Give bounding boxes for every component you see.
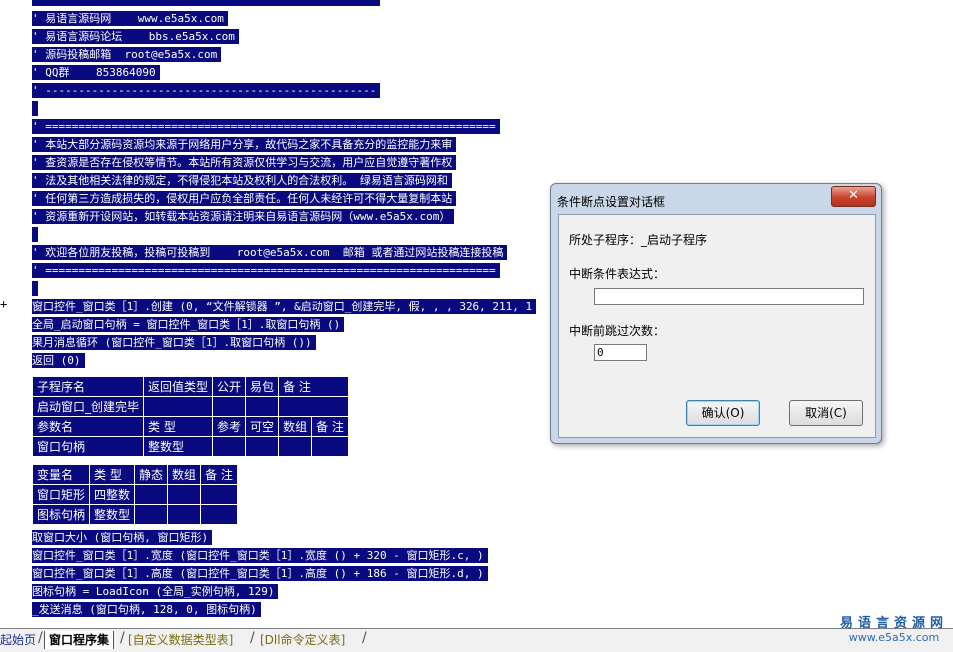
var-remark-cell[interactable]: [200, 504, 238, 525]
code-line-empty[interactable]: [32, 281, 38, 296]
code-line[interactable]: ' 资源重新开设网站，如转载本站资源请注明来自易语言源码网（www.e5a5x.…: [32, 209, 455, 224]
var-name-cell[interactable]: 图标句柄: [31, 504, 91, 525]
public-cell[interactable]: [212, 396, 247, 417]
close-icon: ✕: [848, 188, 859, 203]
code-line[interactable]: 窗口控件_窗口类［1］.创建 (0, “文件解锁器 ”, &启动窗口_创建完毕,…: [32, 299, 537, 314]
code-line[interactable]: ' 易语言源码网 www.e5a5x.com: [32, 11, 228, 26]
header-cell: 备 注: [311, 416, 349, 437]
subprogram-name-cell[interactable]: 启动窗口_创建完毕: [31, 396, 145, 417]
tab-separator: /: [250, 630, 255, 646]
variable-table: 变量名 类 型 静态 数组 备 注 窗口矩形 四整数 图标句柄 整数型: [31, 464, 238, 525]
return-type-cell[interactable]: [143, 396, 214, 417]
code-line[interactable]: ' QQ群 853864090: [32, 65, 160, 80]
close-button[interactable]: ✕: [831, 186, 876, 207]
logo-url: www.e5a5x.com: [848, 631, 940, 644]
header-cell: 备 注: [200, 464, 238, 485]
header-cell: 易包: [245, 376, 280, 397]
param-ref-cell[interactable]: [212, 436, 247, 457]
code-line[interactable]: ' ======================================…: [32, 119, 500, 134]
var-array-cell[interactable]: [167, 504, 202, 525]
code-line[interactable]: 取窗口大小 (窗口句柄, 窗口矩形): [32, 530, 213, 545]
param-remark-cell[interactable]: [311, 436, 349, 457]
code-line-empty[interactable]: [32, 227, 38, 242]
header-cell: 可空: [245, 416, 280, 437]
var-static-cell[interactable]: [134, 484, 169, 505]
header-cell: 子程序名: [31, 376, 145, 397]
code-line[interactable]: ' 本站大部分源码资源均来源于网络用户分享，故代码之家不具备充分的监控能力来审: [32, 137, 457, 152]
param-name-cell[interactable]: 窗口句柄: [31, 436, 145, 457]
var-type-cell[interactable]: 整数型: [89, 504, 136, 525]
header-cell: 参数名: [31, 416, 145, 437]
var-static-cell[interactable]: [134, 504, 169, 525]
dialog-titlebar[interactable]: 条件断点设置对话框 ✕: [551, 184, 881, 214]
dialog-body: 所处子程序：_启动子程序 中断条件表达式： 中断前跳过次数： 确认(O) 取消(…: [558, 214, 876, 438]
header-cell: 返回值类型: [143, 376, 214, 397]
tab-window-program-set[interactable]: 窗口程序集: [44, 631, 115, 649]
tab-start-page[interactable]: 起始页: [0, 631, 36, 649]
condition-label: 中断条件表达式：: [569, 267, 666, 281]
tab-custom-data-types[interactable]: [自定义数据类型表]: [128, 631, 233, 649]
header-cell: 静态: [134, 464, 169, 485]
gutter-expand-mark[interactable]: +: [0, 297, 7, 311]
code-line[interactable]: ' 查资源是否存在侵权等情节。本站所有资源仅供学习与交流，用户应自觉遵守著作权: [32, 155, 457, 170]
subprogram-table: 子程序名 返回值类型 公开 易包 备 注 启动窗口_创建完毕 参数名 类 型 参…: [31, 376, 349, 457]
code-line-empty[interactable]: [32, 101, 38, 116]
skip-count-label: 中断前跳过次数：: [569, 324, 666, 338]
code-line[interactable]: 全局_启动窗口句柄 = 窗口控件_窗口类［1］.取窗口句柄 (): [32, 317, 345, 332]
code-line[interactable]: ' 任何第三方造成损失的，侵权用户应负全部责任。任何人未经许可不得大量复制本站: [32, 191, 457, 206]
epackage-cell[interactable]: [245, 396, 280, 417]
conditional-breakpoint-dialog: 条件断点设置对话框 ✕ 所处子程序：_启动子程序 中断条件表达式： 中断前跳过次…: [550, 183, 882, 444]
param-type-cell[interactable]: 整数型: [143, 436, 214, 457]
skip-count-input[interactable]: [594, 344, 647, 361]
header-cell: 类 型: [89, 464, 136, 485]
header-cell: 公开: [212, 376, 247, 397]
code-line[interactable]: ' 欢迎各位朋友投稿，投稿可投稿到 root@e5a5x.com 邮箱 或者通过…: [32, 245, 508, 260]
tab-separator: /: [120, 630, 125, 646]
var-name-cell[interactable]: 窗口矩形: [31, 484, 91, 505]
code-line[interactable]: 果月消息循环 (窗口控件_窗口类［1］.取窗口句柄 ()): [32, 335, 316, 350]
code-line[interactable]: ' ======================================…: [32, 263, 500, 278]
header-cell: 参考: [212, 416, 247, 437]
logo-text: 易语言资源网: [839, 616, 948, 631]
var-array-cell[interactable]: [167, 484, 202, 505]
var-remark-cell[interactable]: [200, 484, 238, 505]
param-nullable-cell[interactable]: [245, 436, 280, 457]
header-cell: 类 型: [143, 416, 214, 437]
code-line[interactable]: 图标句柄 = LoadIcon (全局_实例句柄, 129): [32, 584, 279, 599]
code-line[interactable]: ' 易语言源码论坛 bbs.e5a5x.com: [32, 29, 239, 44]
header-cell: 数组: [278, 416, 313, 437]
code-line[interactable]: ' 源码投稿邮箱 root@e5a5x.com: [32, 47, 222, 62]
dialog-title: 条件断点设置对话框: [557, 195, 666, 209]
remark-cell[interactable]: [278, 396, 349, 417]
header-cell: 变量名: [31, 464, 91, 485]
site-logo: 易语言资源网 www.e5a5x.com: [835, 612, 953, 650]
code-line[interactable]: _发送消息 (窗口句柄, 128, 0, 图标句柄): [32, 602, 261, 617]
cancel-button[interactable]: 取消(C): [789, 400, 863, 426]
tab-dll-commands[interactable]: [Dll命令定义表]: [260, 631, 345, 649]
header-cell: 备 注: [278, 376, 349, 397]
code-line[interactable]: 窗口控件_窗口类［1］.宽度 (窗口控件_窗口类［1］.宽度 () + 320 …: [32, 548, 488, 563]
var-type-cell[interactable]: 四整数: [89, 484, 136, 505]
code-line[interactable]: 窗口控件_窗口类［1］.高度 (窗口控件_窗口类［1］.高度 () + 186 …: [32, 566, 488, 581]
header-cell: 数组: [167, 464, 202, 485]
bottom-tab-bar: 起始页 / 窗口程序集 / [自定义数据类型表] / [Dll命令定义表] /: [0, 628, 953, 652]
tab-separator: /: [362, 630, 367, 646]
code-line[interactable]: ' 法及其他相关法律的规定，不得侵犯本站及权利人的合法权利。 绿易语言源码网和: [32, 173, 452, 188]
code-line[interactable]: ' --------------------------------------…: [32, 83, 381, 98]
condition-input[interactable]: [594, 288, 864, 305]
param-array-cell[interactable]: [278, 436, 313, 457]
code-line[interactable]: ' ======================================…: [32, 0, 381, 6]
code-line[interactable]: 返回 (0): [32, 353, 85, 368]
tab-separator: /: [38, 630, 43, 646]
ok-button[interactable]: 确认(O): [686, 400, 760, 426]
subprogram-label: 所处子程序：_启动子程序: [569, 233, 708, 247]
